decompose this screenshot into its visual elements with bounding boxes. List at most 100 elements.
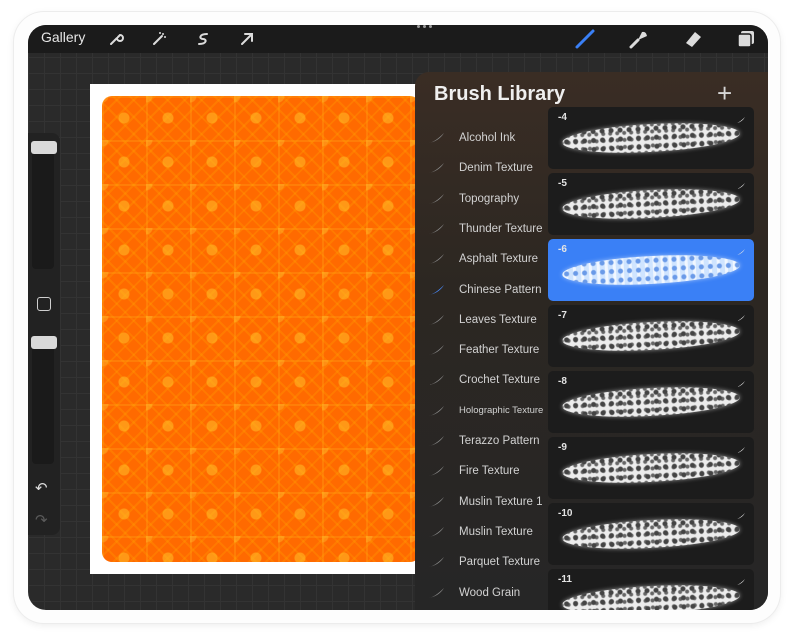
category-item[interactable]: Crochet Texture xyxy=(427,365,551,395)
category-item[interactable]: Muslin Texture 1 xyxy=(427,487,551,517)
category-item[interactable]: Asphalt Texture xyxy=(427,244,551,274)
category-item[interactable]: Denim Texture xyxy=(427,153,551,183)
category-label: Denim Texture xyxy=(459,162,533,175)
category-item[interactable]: Chinese Pattern xyxy=(427,275,551,305)
wrench-icon[interactable] xyxy=(105,28,127,50)
category-item[interactable]: Holographic Texture xyxy=(427,396,551,426)
category-item[interactable]: Alcohol Ink xyxy=(427,123,551,153)
brush-stroke-preview xyxy=(561,581,741,610)
category-item[interactable]: Thunder Texture xyxy=(427,214,551,244)
brush-stroke-icon xyxy=(429,284,444,295)
category-label: Terazzo Pattern xyxy=(459,435,540,447)
brush-name: -8 xyxy=(558,376,567,387)
panel-title: Brush Library xyxy=(434,83,566,105)
category-label: Asphalt Texture xyxy=(459,253,539,266)
smudge-icon[interactable] xyxy=(628,28,650,50)
brush-stroke-icon xyxy=(429,436,444,446)
brush-card[interactable]: -10 xyxy=(548,503,754,565)
gallery-button[interactable]: Gallery xyxy=(41,29,85,45)
brush-stroke-preview xyxy=(561,185,741,223)
brush-stroke-preview xyxy=(561,119,741,157)
category-label: Wood Grain xyxy=(459,586,521,599)
category-label: Muslin Texture 1 xyxy=(459,495,543,508)
brush-name: -4 xyxy=(558,112,567,123)
top-toolbar: Gallery xyxy=(28,25,768,53)
category-label: Leaves Texture xyxy=(459,313,537,326)
category-item[interactable]: Muslin Texture xyxy=(427,517,551,547)
drawing-canvas[interactable] xyxy=(90,84,420,574)
brush-stroke-icon xyxy=(429,405,444,416)
drag-handle[interactable] xyxy=(417,25,432,28)
brush-stroke-icon xyxy=(736,375,746,393)
brush-stroke-icon xyxy=(736,177,746,195)
brush-stroke-icon xyxy=(429,314,444,325)
category-label: Feather Texture xyxy=(459,344,540,357)
chinese-pattern-artwork xyxy=(102,96,420,562)
magic-wand-icon[interactable] xyxy=(148,28,170,50)
brush-stroke-icon xyxy=(736,243,746,261)
eraser-icon[interactable] xyxy=(682,28,704,50)
brush-stroke-icon xyxy=(429,557,444,568)
brush-card[interactable]: -4 xyxy=(548,107,754,169)
brush-stroke-icon xyxy=(736,507,746,525)
category-label: Holographic Texture xyxy=(459,405,544,417)
category-item[interactable]: Parquet Texture xyxy=(427,547,551,577)
opacity-track[interactable] xyxy=(32,336,54,464)
brush-card[interactable]: -5 xyxy=(548,173,754,235)
category-label: Alcohol Ink xyxy=(459,132,516,144)
brush-size-slider[interactable] xyxy=(31,141,57,154)
eyedropper-square-button[interactable] xyxy=(37,297,51,311)
category-label: Topography xyxy=(459,192,520,205)
procreate-screen: Gallery ↶ ↷ Brush Library + Alcohol Ink … xyxy=(28,25,768,610)
category-label: Chinese Pattern xyxy=(459,283,542,296)
brush-stroke-preview xyxy=(561,449,741,487)
category-item[interactable]: Feather Texture xyxy=(427,335,551,365)
category-label: Fire Texture xyxy=(459,465,520,478)
undo-icon[interactable]: ↶ xyxy=(35,479,48,497)
category-item[interactable]: Leaves Texture xyxy=(427,305,551,335)
brush-name: -9 xyxy=(558,442,567,453)
category-item[interactable]: Topography xyxy=(427,184,551,214)
brush-stroke-icon xyxy=(429,133,444,143)
brush-card[interactable]: -9 xyxy=(548,437,754,499)
brush-library-panel: Brush Library + Alcohol Ink Denim Texture… xyxy=(415,72,768,610)
brush-name: -11 xyxy=(558,574,572,585)
brush-stroke-icon xyxy=(429,496,444,507)
arrow-transform-icon[interactable] xyxy=(236,28,258,50)
brush-stroke-icon xyxy=(429,223,444,234)
brush-stroke-icon xyxy=(736,111,746,129)
brush-list: -4 -5 -6 -7 -8 -9 -10 -11 xyxy=(548,107,754,610)
category-label: Thunder Texture xyxy=(459,222,543,235)
brush-stroke-icon xyxy=(736,309,746,327)
redo-icon[interactable]: ↷ xyxy=(35,511,48,529)
brush-stroke-icon xyxy=(736,441,746,459)
brush-name: -7 xyxy=(558,310,567,321)
brush-card[interactable]: -7 xyxy=(548,305,754,367)
category-item[interactable]: Wood Grain xyxy=(427,578,551,608)
category-label: Crochet Texture xyxy=(459,374,540,387)
category-label: Parquet Texture xyxy=(459,556,540,569)
brush-stroke-preview xyxy=(561,383,741,421)
brush-icon[interactable] xyxy=(574,28,596,50)
category-item[interactable]: Terazzo Pattern xyxy=(427,426,551,456)
brush-stroke-icon xyxy=(429,345,444,356)
add-brush-button[interactable]: + xyxy=(717,78,732,109)
opacity-slider[interactable] xyxy=(31,336,57,349)
category-item[interactable]: Fire Texture xyxy=(427,456,551,486)
brush-stroke-icon xyxy=(429,587,444,598)
selection-s-icon[interactable] xyxy=(192,28,214,50)
brush-stroke-preview xyxy=(561,515,741,553)
brush-stroke-preview xyxy=(561,251,741,289)
brush-size-track[interactable] xyxy=(32,141,54,269)
layers-icon[interactable] xyxy=(735,28,757,50)
brush-stroke-icon xyxy=(429,466,444,477)
brush-name: -6 xyxy=(558,244,567,255)
category-label: Muslin Texture xyxy=(459,525,533,538)
brush-stroke-icon xyxy=(429,375,444,386)
brush-card[interactable]: -8 xyxy=(548,371,754,433)
brush-card[interactable]: -6 xyxy=(548,239,754,301)
brush-name: -10 xyxy=(558,508,573,519)
brush-stroke-icon xyxy=(429,163,444,174)
brush-card[interactable]: -11 xyxy=(548,569,754,610)
brush-stroke-icon xyxy=(736,573,746,591)
